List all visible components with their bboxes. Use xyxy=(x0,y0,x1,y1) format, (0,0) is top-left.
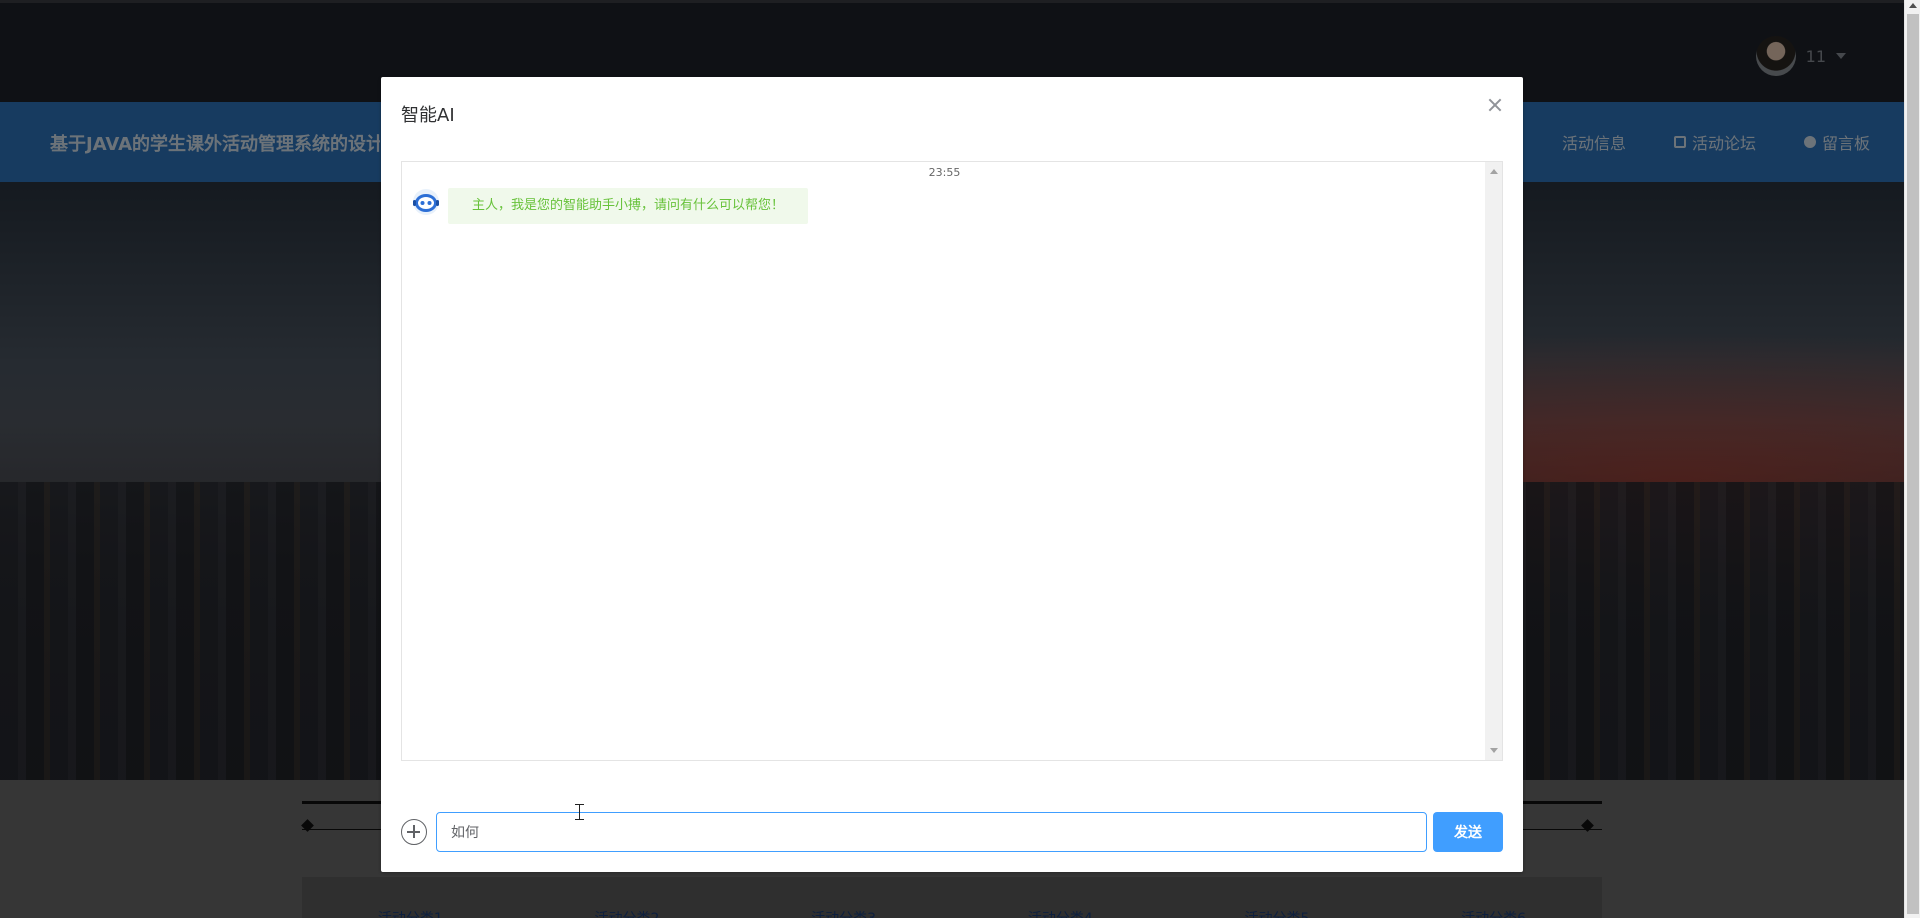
chat-scrollbar[interactable] xyxy=(1485,162,1502,760)
dialog-title: 智能AI xyxy=(401,105,455,126)
text-cursor-icon xyxy=(575,804,584,820)
scroll-up-icon[interactable] xyxy=(1909,3,1917,8)
page-scrollbar[interactable] xyxy=(1904,0,1920,918)
scroll-up-icon[interactable] xyxy=(1490,169,1498,174)
chat-history[interactable]: 23:55 主人，我是您的智能助手小搏，请问有什么可以帮您！ xyxy=(401,161,1503,761)
scroll-down-icon[interactable] xyxy=(1490,748,1498,753)
send-button[interactable]: 发送 xyxy=(1433,812,1503,852)
page-scrollbar-thumb[interactable] xyxy=(1907,14,1919,914)
add-attachment-icon[interactable] xyxy=(401,819,427,845)
ai-chat-dialog: 智能AI 23:55 主人，我是您的智能助手小搏，请问有什么可以帮您！ 发送 xyxy=(381,77,1523,872)
robot-icon xyxy=(413,189,439,215)
message-input[interactable] xyxy=(436,812,1427,852)
message-timestamp: 23:55 xyxy=(928,166,961,179)
bot-message-bubble: 主人，我是您的智能助手小搏，请问有什么可以帮您！ xyxy=(448,188,809,224)
close-icon[interactable] xyxy=(1485,95,1505,115)
